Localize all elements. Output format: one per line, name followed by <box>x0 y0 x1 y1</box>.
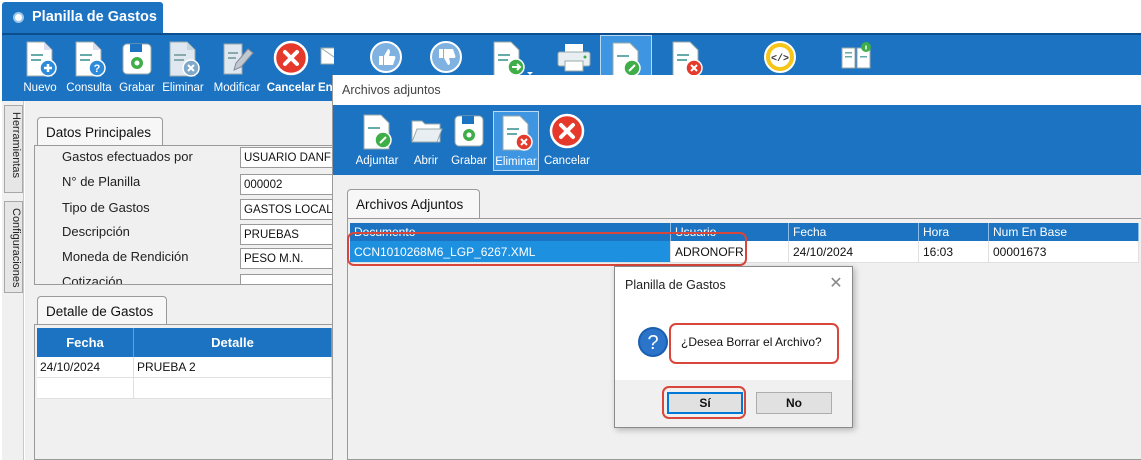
doc-query-icon: ? <box>75 41 106 77</box>
doc-delete-icon <box>672 41 703 77</box>
col-header-detalle[interactable]: Detalle <box>134 328 332 357</box>
app-title: Planilla de Gastos <box>32 9 157 25</box>
consulta-label: Consulta <box>66 82 112 94</box>
grabar-button[interactable]: Grabar <box>116 35 158 101</box>
attach-doc-icon <box>363 114 392 150</box>
highlight-message <box>669 323 839 364</box>
tab-archivos-adjuntos[interactable]: Archivos Adjuntos <box>347 189 480 218</box>
detalle-row-fecha[interactable]: 24/10/2024 <box>37 357 134 378</box>
svg-text:?: ? <box>94 63 101 75</box>
nro-planilla-input[interactable]: 000002 <box>240 174 333 195</box>
field-label-gastos-por: Gastos efectuados por <box>62 149 193 164</box>
email-send-icon <box>320 47 334 65</box>
nuevo-label: Nuevo <box>23 82 57 94</box>
side-tab-herramientas[interactable]: Herramientas <box>4 105 23 193</box>
eliminar-label: Eliminar <box>162 82 204 94</box>
cancel-icon <box>273 40 309 76</box>
book-info-icon <box>841 42 871 69</box>
highlight-si-button <box>662 386 746 419</box>
highlight-selected-file <box>347 232 747 266</box>
field-label-cotizacion: Cotización <box>62 274 123 284</box>
empty-cell[interactable] <box>37 378 134 399</box>
screen: Planilla de Gastos Nuevo ? Consulta Grab… <box>0 0 1141 460</box>
modificar-button[interactable]: Modificar <box>210 35 264 101</box>
cancelar-label: Cancelar <box>266 82 316 94</box>
archivos-window-title: Archivos adjuntos <box>333 75 1141 105</box>
close-icon[interactable]: ✕ <box>826 273 846 293</box>
modificar-label: Modificar <box>213 82 261 94</box>
dialog-footer: Sí No <box>615 380 852 427</box>
archivo-hora-cell[interactable]: 16:03 <box>919 241 989 263</box>
clipped-row: Cotización <box>34 272 335 284</box>
thumbs-up-icon <box>370 41 402 73</box>
cancelar-adjunto-button[interactable]: Cancelar <box>543 105 591 171</box>
cancelar-adjunto-label: Cancelar <box>543 155 591 167</box>
tab-datos-principales[interactable]: Datos Principales <box>37 117 163 146</box>
empty-cell[interactable] <box>134 378 332 399</box>
moneda-input[interactable]: PESO M.N. <box>240 248 333 269</box>
doc-arrow-icon <box>493 41 533 77</box>
question-icon: ? <box>638 327 668 357</box>
detalle-row-detalle[interactable]: PRUEBA 2 <box>134 357 332 378</box>
descripcion-input[interactable]: PRUEBAS <box>240 224 333 245</box>
consulta-button[interactable]: ? Consulta <box>64 35 114 101</box>
grabar-label: Grabar <box>119 82 155 94</box>
field-label-moneda: Moneda de Rendición <box>62 249 189 264</box>
svg-text:?: ? <box>647 332 658 354</box>
field-label-tipo-gastos: Tipo de Gastos <box>62 200 150 215</box>
cancelar-button[interactable]: Cancelar <box>266 35 316 101</box>
tab-detalle-gastos[interactable]: Detalle de Gastos <box>37 296 167 325</box>
cancel-icon <box>549 113 585 149</box>
svg-text:</>: </> <box>771 53 789 65</box>
eliminar-button[interactable]: Eliminar <box>160 35 206 101</box>
folder-open-icon <box>411 120 443 143</box>
tipo-gastos-input[interactable]: GASTOS LOCALES <box>240 199 333 220</box>
col-header-fecha[interactable]: Fecha <box>789 223 919 241</box>
col-header-fecha[interactable]: Fecha <box>37 328 134 357</box>
cotizacion-input[interactable] <box>240 274 333 284</box>
abrir-label: Abrir <box>413 155 439 167</box>
col-header-num-en-base[interactable]: Num En Base <box>989 223 1139 241</box>
doc-add-icon <box>26 41 57 77</box>
side-tab-configuraciones[interactable]: Configuraciones <box>4 201 23 293</box>
gastos-por-input[interactable]: USUARIO DANFIC <box>240 147 333 168</box>
save-icon <box>122 43 152 75</box>
archivo-fecha-cell[interactable]: 24/10/2024 <box>789 241 919 263</box>
code-icon: </> <box>764 41 796 73</box>
edit-icon <box>223 43 254 75</box>
confirm-dialog: Planilla de Gastos ✕ ? ¿Desea Borrar el … <box>614 266 853 428</box>
eliminar-adjunto-label: Eliminar <box>495 156 537 168</box>
nuevo-button[interactable]: Nuevo <box>20 35 60 101</box>
dialog-title: Planilla de Gastos <box>625 278 726 292</box>
grabar-adjunto-label: Grabar <box>451 155 487 167</box>
no-button[interactable]: No <box>756 392 832 414</box>
eliminar-adjunto-button[interactable]: Eliminar <box>493 111 539 171</box>
field-label-descripcion: Descripción <box>62 224 130 239</box>
printer-icon <box>557 44 591 72</box>
abrir-button[interactable]: Abrir <box>407 105 445 171</box>
side-strip: Herramientas Configuraciones <box>2 101 24 460</box>
thumbs-down-icon <box>430 41 462 73</box>
col-header-hora[interactable]: Hora <box>919 223 989 241</box>
field-label-nro-planilla: N° de Planilla <box>62 174 141 189</box>
grabar-adjunto-button[interactable]: Grabar <box>449 105 489 171</box>
save-icon <box>454 115 484 147</box>
doc-delete-icon <box>502 115 533 151</box>
adjuntar-label: Adjuntar <box>355 155 399 167</box>
adjuntar-button[interactable]: Adjuntar <box>351 105 403 171</box>
window-dot-icon <box>13 12 24 23</box>
app-title-tab[interactable]: Planilla de Gastos <box>2 2 163 33</box>
doc-delete-icon <box>169 41 200 77</box>
attach-doc-icon <box>612 42 641 78</box>
archivos-toolbar: Adjuntar Abrir Grabar Eliminar Cancelar <box>333 105 1141 175</box>
archivo-num-cell[interactable]: 00001673 <box>989 241 1139 263</box>
